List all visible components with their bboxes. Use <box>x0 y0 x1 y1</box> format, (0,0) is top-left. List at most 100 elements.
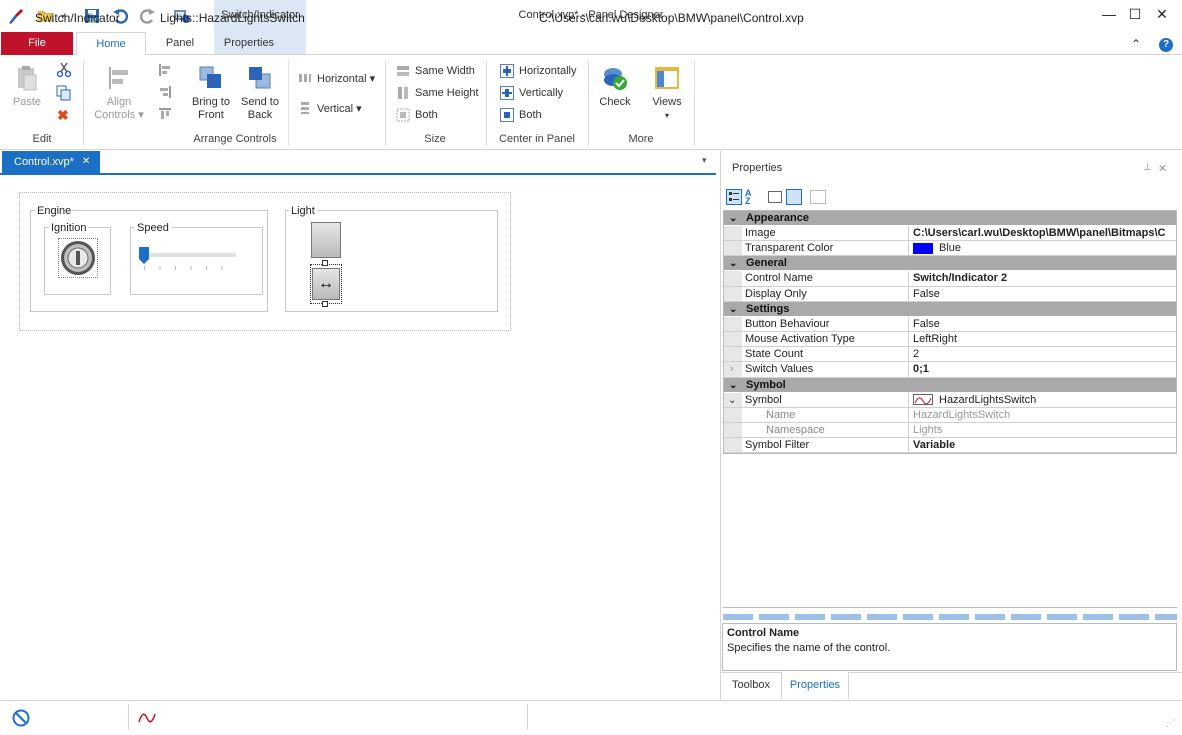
close-tab-icon[interactable]: ✕ <box>82 151 90 173</box>
close-window-button[interactable]: ✕ <box>1151 6 1173 26</box>
properties-title: Properties <box>732 162 783 174</box>
distribute-vertical-button[interactable]: Vertical ▾ <box>298 99 362 117</box>
property-row[interactable]: Display Only False <box>724 286 1176 302</box>
property-row[interactable]: State Count 2 <box>724 347 1176 363</box>
status-separator <box>128 704 129 730</box>
tab-list-dropdown-icon[interactable]: ▾ <box>702 155 707 166</box>
property-row[interactable]: Name HazardLightsSwitch <box>724 407 1176 423</box>
status-file-path: C:\Users\carl.wu\Desktop\BMW\panel\Contr… <box>539 11 804 25</box>
check-icon <box>601 64 629 92</box>
status-separator <box>527 704 528 730</box>
property-row[interactable]: Symbol Filter Variable <box>724 438 1176 454</box>
views-icon <box>653 64 681 92</box>
speed-slider-ticks <box>144 266 236 270</box>
pin-icon[interactable]: ⊥ <box>1143 162 1152 173</box>
tab-panel[interactable]: Panel <box>156 32 204 55</box>
command-links-strip[interactable] <box>723 614 1177 620</box>
same-width-icon <box>396 64 410 78</box>
speed-group-title: Speed <box>135 222 171 234</box>
resize-handle-top[interactable] <box>322 260 328 266</box>
category-symbol[interactable]: ⌄ Symbol <box>724 377 1176 393</box>
status-bar <box>0 700 1182 735</box>
tab-home[interactable]: Home <box>76 32 146 56</box>
light-switch-button[interactable] <box>311 222 341 258</box>
collapse-chevron-icon[interactable]: ⌄ <box>728 393 736 408</box>
tab-properties[interactable]: Properties <box>214 32 284 55</box>
property-row[interactable]: Mouse Activation Type LeftRight <box>724 331 1176 348</box>
categorized-view-icon[interactable] <box>726 189 742 205</box>
align-top-icon[interactable] <box>158 107 172 124</box>
collapse-ribbon-icon[interactable]: ⌃ <box>1131 37 1141 51</box>
collapse-chevron-icon[interactable]: ⌄ <box>729 256 739 271</box>
property-row[interactable]: Namespace Lights <box>724 422 1176 439</box>
category-appearance[interactable]: ⌄ Appearance <box>724 211 1176 226</box>
resize-handle-bottom[interactable] <box>322 301 328 307</box>
tab-properties-panel[interactable]: Properties <box>781 672 849 699</box>
status-control-type: Switch/Indicator <box>35 11 120 25</box>
group-label-arrange: Arrange Controls <box>193 133 277 145</box>
minimize-button[interactable]: — <box>1098 6 1120 26</box>
collapse-chevron-icon[interactable]: ⌄ <box>729 378 739 393</box>
speed-slider-thumb[interactable] <box>139 247 149 265</box>
maximize-button[interactable]: ☐ <box>1124 6 1146 26</box>
paste-button[interactable]: Paste <box>8 64 46 109</box>
check-button[interactable]: Check <box>596 64 634 109</box>
group-label-edit: Edit <box>32 133 52 145</box>
speed-group[interactable] <box>130 227 263 295</box>
send-to-back-button[interactable]: Send to Back <box>238 64 282 122</box>
property-pages-icon[interactable] <box>768 191 782 203</box>
ribbon-separator <box>588 60 589 146</box>
property-row[interactable]: › Switch Values 0;1 <box>724 362 1176 378</box>
align-controls-button[interactable]: Align Controls ▾ <box>92 64 146 122</box>
document-tab-strip <box>0 151 716 175</box>
ignition-switch-knob[interactable] <box>58 238 98 278</box>
distribute-horizontal-button[interactable]: Horizontal ▾ <box>298 69 375 87</box>
tab-toolbox[interactable]: Toolbox <box>722 672 780 699</box>
property-row[interactable]: Control Name Switch/Indicator 2 <box>724 271 1176 287</box>
description-text: Specifies the name of the control. <box>727 642 891 654</box>
hazard-arrows-icon: ↔ <box>312 268 340 300</box>
center-both-button[interactable]: Both <box>500 106 542 124</box>
cut-icon[interactable] <box>56 62 72 81</box>
ignition-group-title: Ignition <box>49 222 89 234</box>
align-right-icon[interactable] <box>158 85 172 102</box>
same-width-button[interactable]: Same Width <box>396 62 475 80</box>
events-view-icon[interactable] <box>786 189 802 205</box>
property-row[interactable]: Button Behaviour False <box>724 316 1176 332</box>
property-row[interactable]: ⌄ Symbol HazardLightsSwitch <box>724 392 1176 408</box>
center-both-icon <box>500 108 514 122</box>
bring-to-front-icon <box>197 64 225 92</box>
hazard-switch-selected[interactable]: ↔ <box>310 264 342 304</box>
category-general[interactable]: ⌄ General <box>724 256 1176 272</box>
bring-to-front-button[interactable]: Bring to Front <box>188 64 234 122</box>
alphabetical-view-icon[interactable]: AZ <box>745 189 761 206</box>
help-icon[interactable]: ? <box>1159 38 1173 52</box>
center-horizontally-icon <box>500 64 514 78</box>
delete-icon[interactable]: ✖ <box>57 107 69 124</box>
copy-icon[interactable] <box>56 85 72 104</box>
same-height-button[interactable]: Same Height <box>396 84 479 102</box>
same-size-icon <box>396 108 410 122</box>
center-horizontally-button[interactable]: Horizontally <box>500 62 576 80</box>
tab-file[interactable]: File <box>1 32 73 55</box>
views-button[interactable]: Views ▾ <box>646 64 688 122</box>
group-label-more: More <box>628 133 654 145</box>
collapse-chevron-icon[interactable]: ⌄ <box>729 211 739 226</box>
resize-grip-icon[interactable]: ⋰ <box>1166 718 1175 729</box>
center-vertically-button[interactable]: Vertically <box>500 84 563 102</box>
property-row[interactable]: Image C:\Users\carl.wu\Desktop\BMW\panel\… <box>724 226 1176 242</box>
property-description: Control Name Specifies the name of the c… <box>722 623 1177 671</box>
same-size-both-button[interactable]: Both <box>396 106 438 124</box>
collapse-chevron-icon[interactable]: ⌄ <box>729 302 739 317</box>
group-label-center: Center in Panel <box>499 133 575 145</box>
category-settings[interactable]: ⌄ Settings <box>724 301 1176 317</box>
speed-slider-track[interactable] <box>140 253 236 257</box>
expand-chevron-icon[interactable]: › <box>730 362 734 377</box>
property-row[interactable]: Transparent Color Blue <box>724 241 1176 257</box>
property-extra-icon[interactable] <box>810 190 826 204</box>
document-tab-control[interactable]: Control.xvp* ✕ <box>2 151 100 173</box>
send-to-back-icon <box>246 64 274 92</box>
description-title: Control Name <box>727 627 800 639</box>
close-panel-icon[interactable]: ✕ <box>1158 162 1167 175</box>
align-left-icon[interactable] <box>158 63 172 80</box>
